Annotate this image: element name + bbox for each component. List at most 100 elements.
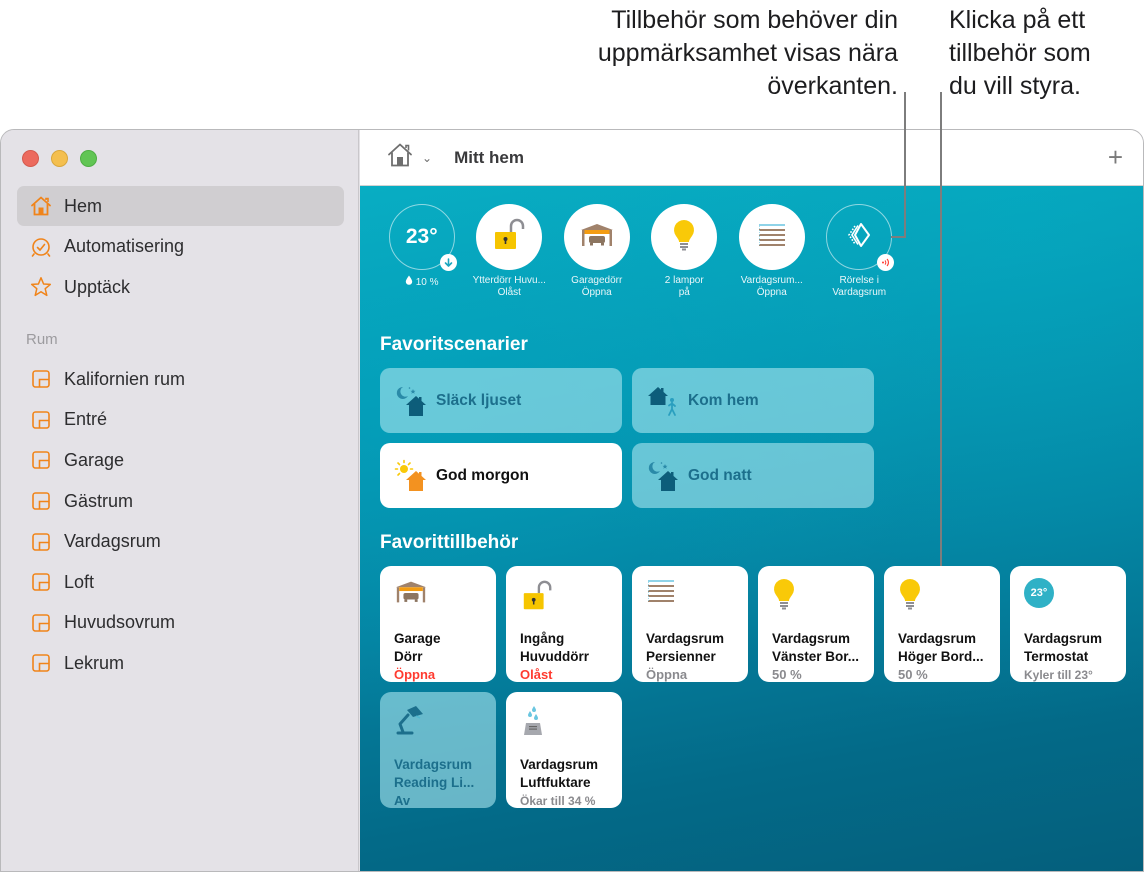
room-label: Lekrum [64, 652, 125, 673]
status-label: Rörelse i Vardagsrum [832, 275, 886, 299]
lightbulb-icon [772, 578, 861, 616]
rooms-section-label: Rum [26, 331, 58, 348]
sidebar-room-item[interactable]: Entré [17, 400, 344, 441]
sidebar-room-item[interactable]: Gästrum [17, 481, 344, 522]
minimize-window-button[interactable] [51, 150, 68, 167]
status-name: 2 lampor [664, 275, 704, 286]
room-label: Entré [64, 409, 108, 430]
status-button[interactable] [476, 204, 543, 270]
scene-tile[interactable]: God natt [632, 443, 874, 508]
callout-line: överkanten. [767, 72, 898, 100]
close-window-button[interactable] [22, 150, 39, 167]
home-menu-button[interactable]: ⌄ [386, 141, 432, 174]
sidebar-item-label: Hem [64, 195, 103, 216]
callout-connector-line [904, 92, 906, 238]
accessory-tile[interactable]: Vardagsrum Luftfuktare Ökar till 34 % [506, 692, 622, 808]
rooms-list: Kalifornien rum Entré Garage Gästrum Var… [17, 359, 344, 684]
humidifier-icon [520, 704, 609, 742]
status-label: Vardagsrum... Öppna [741, 275, 803, 299]
sidebar-room-item[interactable]: Lekrum [17, 643, 344, 684]
callout-attention: Tillbehör som behöver din uppmärksamhet … [518, 4, 898, 103]
status-blinds[interactable]: Vardagsrum... Öppna [728, 204, 816, 299]
status-garage-door[interactable]: Garagedörr Öppna [553, 204, 641, 299]
sidebar-room-item[interactable]: Garage [17, 440, 344, 481]
sidebar-item-discover[interactable]: Upptäck [17, 267, 344, 307]
motion-detected-icon [877, 254, 895, 271]
unlocked-lock-icon [491, 217, 527, 258]
accessory-tile[interactable]: Vardagsrum Höger Bord... 50 % [884, 566, 1000, 682]
status-lights[interactable]: 2 lampor på [641, 204, 729, 299]
favorite-accessories-heading: Favorittillbehör [380, 532, 519, 553]
accessory-name: Huvuddörr [520, 649, 589, 664]
scene-label: Kom hem [688, 391, 759, 409]
status-label: 2 lampor på [665, 275, 704, 299]
accessory-name: Ingång [520, 631, 565, 646]
accessory-tile[interactable]: Vardagsrum Reading Li... Av [380, 692, 496, 808]
thermostat-icon: 23° [1024, 578, 1113, 616]
status-front-door-lock[interactable]: Ytterdörr Huvu... Olåst [466, 204, 554, 299]
status-label: Garagedörr Öppna [571, 275, 622, 299]
status-name: Vardagsrum... [740, 275, 803, 286]
sidebar-room-item[interactable]: Huvudsovrum [17, 603, 344, 644]
room-label: Loft [64, 571, 95, 592]
alarm-clock-icon [29, 235, 53, 259]
accessory-name: Garage [394, 631, 441, 646]
status-thermostat[interactable]: 23° 10 % [378, 204, 466, 299]
house-icon [29, 194, 53, 218]
temperature-value: 23° [405, 225, 438, 248]
sidebar-item-automation[interactable]: Automatisering [17, 227, 344, 267]
accessory-status: Olåst [520, 667, 553, 682]
blinds-icon [757, 222, 787, 253]
status-button[interactable]: 23° [388, 204, 457, 271]
accessory-status: Öppna [394, 667, 436, 682]
accessory-tile[interactable]: Vardagsrum Persienner Öppna [632, 566, 748, 682]
sidebar-room-item[interactable]: Kalifornien rum [17, 359, 344, 400]
arrow-down-icon [439, 254, 457, 271]
status-button[interactable] [563, 204, 630, 270]
lightbulb-icon [672, 219, 696, 256]
toolbar: ⌄ Mitt hem + [360, 130, 1143, 186]
scene-tile[interactable]: God morgon [380, 443, 622, 508]
water-drop-icon [405, 275, 416, 288]
unlocked-lock-icon [520, 578, 609, 616]
accessory-name: Vardagsrum [646, 631, 725, 646]
favorite-scenes-heading: Favoritscenarier [380, 334, 528, 355]
status-button[interactable] [826, 204, 895, 271]
accessory-tile[interactable]: Ingång Huvuddörr Olåst [506, 566, 622, 682]
accessory-name: Luftfuktare [520, 775, 591, 790]
accessory-tile[interactable]: 23° Vardagsrum Termostat Kyler till 23° [1010, 566, 1126, 682]
status-motion-sensor[interactable]: Rörelse i Vardagsrum [816, 204, 904, 299]
house-icon [386, 141, 414, 174]
accessory-tile[interactable]: Vardagsrum Vänster Bor... 50 % [758, 566, 874, 682]
accessory-status: Av [394, 793, 411, 808]
accessory-status: 50 % [898, 667, 928, 682]
favorite-accessories: Garage Dörr Öppna Ingång Huvuddörr Olåst [380, 566, 1126, 808]
status-button[interactable] [738, 204, 805, 270]
room-label: Garage [64, 449, 125, 470]
status-value: Olåst [497, 287, 521, 298]
scene-tile[interactable]: Kom hem [632, 368, 874, 433]
accessory-status: 50 % [772, 667, 802, 682]
accessory-tile[interactable]: Garage Dörr Öppna [380, 566, 496, 682]
accessory-name: Termostat [1024, 649, 1089, 664]
scene-label: God natt [688, 466, 752, 484]
room-icon [29, 367, 53, 391]
accessory-name: Vardagsrum [1024, 631, 1103, 646]
accessory-name: Dörr [394, 649, 423, 664]
accessory-name: Vardagsrum [520, 757, 599, 772]
scene-label: God morgon [436, 466, 529, 484]
callout-connector-line [940, 92, 942, 566]
room-label: Vardagsrum [64, 531, 161, 552]
callout-line: Tillbehör som behöver din [611, 6, 898, 34]
sidebar-room-item[interactable]: Vardagsrum [17, 521, 344, 562]
sidebar-item-label: Automatisering [64, 236, 185, 256]
zoom-window-button[interactable] [80, 150, 97, 167]
sidebar-room-item[interactable]: Loft [17, 562, 344, 603]
accessory-name: Vänster Bor... [772, 649, 860, 664]
add-button[interactable]: + [1108, 142, 1123, 172]
sidebar-item-home[interactable]: Hem [17, 186, 344, 226]
scene-tile[interactable]: Släck ljuset [380, 368, 622, 433]
status-button[interactable] [651, 204, 718, 270]
status-row: 23° 10 % Ytterdörr Huvu... Olåst Garaged… [378, 204, 903, 299]
blinds-icon [646, 578, 735, 616]
